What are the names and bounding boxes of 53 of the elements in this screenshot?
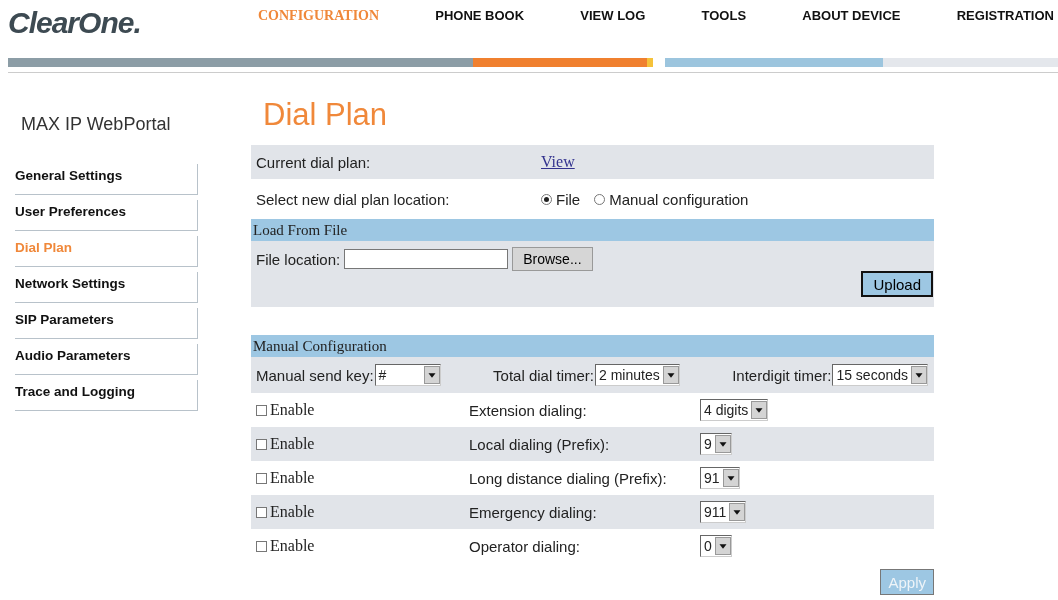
nav-tab[interactable]: VIEW LOG — [580, 8, 646, 24]
radio-button[interactable] — [594, 193, 606, 205]
sidebar-item[interactable]: Trace and Logging — [15, 380, 198, 411]
checkbox-label: Enable — [270, 537, 315, 555]
logo: ClearOne. — [8, 6, 142, 40]
dropdown[interactable]: 0 — [700, 535, 732, 557]
sidebar-item[interactable]: General Settings — [15, 164, 198, 195]
checkbox[interactable] — [256, 404, 267, 416]
dropdown[interactable]: # — [374, 364, 441, 386]
upload-button[interactable]: Upload — [861, 271, 933, 297]
field-label: Operator dialing: — [469, 537, 581, 555]
checkbox[interactable] — [256, 472, 267, 484]
view-link[interactable]: View — [541, 153, 575, 171]
nav-tab[interactable]: PHONE BOOK — [435, 8, 525, 24]
checkbox-label: Enable — [270, 469, 315, 487]
checkbox[interactable] — [256, 506, 267, 518]
field-label: Select new dial plan location: — [256, 190, 451, 208]
nav-tab[interactable]: TOOLS — [701, 8, 747, 24]
field-label: Extension dialing: — [469, 401, 588, 419]
file-input[interactable] — [344, 249, 509, 269]
checkbox-label: Enable — [270, 435, 315, 453]
field-label: Interdigit timer: — [732, 366, 832, 384]
radio-label: File — [556, 190, 581, 208]
browse-button[interactable]: Browse... — [512, 247, 593, 271]
dropdown[interactable]: 2 minutes — [594, 364, 680, 386]
dropdown[interactable]: 911 — [700, 501, 747, 523]
section-header: Manual Configuration — [251, 335, 934, 357]
field-label: Total dial timer: — [493, 366, 594, 384]
field-label: Long distance dialing (Prefix): — [469, 469, 668, 487]
field-label: File location: — [256, 250, 341, 268]
checkbox[interactable] — [256, 438, 267, 450]
radio-button[interactable] — [541, 193, 552, 205]
dropdown[interactable]: 4 digits — [700, 399, 769, 421]
checkbox-label: Enable — [270, 503, 315, 521]
checkbox-label: Enable — [270, 401, 315, 419]
sidebar-item[interactable]: Network Settings — [15, 272, 198, 303]
field-label: Emergency dialing: — [469, 503, 598, 521]
nav-tab[interactable]: ABOUT DEVICE — [802, 8, 901, 24]
checkbox[interactable] — [256, 540, 267, 552]
field-label: Local dialing (Prefix): — [469, 435, 611, 453]
dropdown[interactable]: 15 seconds — [832, 364, 928, 386]
sidebar-item[interactable]: User Preferences — [15, 200, 198, 231]
radio-label: Manual configuration — [609, 190, 749, 208]
sidebar-title: MAX IP WebPortal — [21, 114, 172, 136]
field-label: Current dial plan: — [256, 153, 372, 171]
nav-tab[interactable]: REGISTRATION — [956, 8, 1054, 24]
dropdown[interactable]: 9 — [700, 433, 732, 455]
sidebar-item[interactable]: SIP Parameters — [15, 308, 198, 339]
dropdown[interactable]: 91 — [700, 467, 740, 489]
field-label: Manual send key: — [256, 366, 374, 384]
page-title: Dial Plan — [263, 97, 389, 133]
section-header: Load From File — [251, 219, 934, 241]
sidebar-item[interactable]: Audio Parameters — [15, 344, 198, 375]
